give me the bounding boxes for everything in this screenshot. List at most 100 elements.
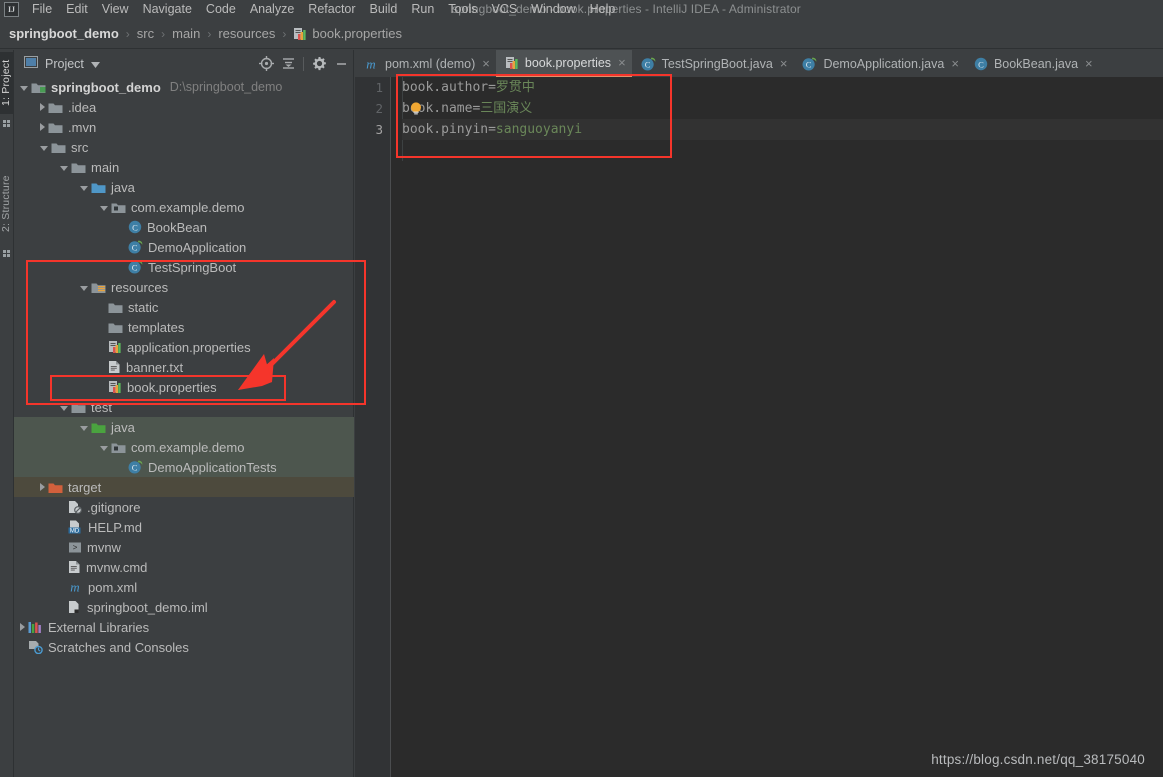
- excluded-folder-icon: [48, 481, 63, 494]
- editor-tab-pom-xml-demo-[interactable]: m pom.xml (demo) ×: [355, 50, 496, 77]
- tree-node-static[interactable]: static: [14, 297, 354, 317]
- line-number: 3: [375, 122, 383, 137]
- menu-item-edit[interactable]: Edit: [59, 0, 95, 19]
- menu-item-run[interactable]: Run: [404, 0, 441, 19]
- editor-tab-label: DemoApplication.java: [823, 56, 945, 71]
- tree-node-java[interactable]: java: [14, 417, 354, 437]
- code-line[interactable]: book.author=罗贯中: [402, 77, 1163, 98]
- chevron-right-icon[interactable]: [40, 103, 45, 111]
- intellij-logo-icon: IJ: [4, 2, 19, 17]
- editor-tab-demoapplication-java[interactable]: C DemoApplication.java ×: [793, 50, 965, 77]
- chevron-down-icon[interactable]: [40, 145, 48, 151]
- chevron-down-icon[interactable]: [60, 165, 68, 171]
- editor-tab-label: book.properties: [524, 55, 612, 70]
- menu-item-build[interactable]: Build: [363, 0, 405, 19]
- chevron-down-icon[interactable]: [60, 405, 68, 411]
- tree-node-label: mvnw: [87, 539, 121, 555]
- code-line[interactable]: book.pinyin=sanguoyanyi: [402, 119, 1163, 140]
- chevron-down-icon[interactable]: [80, 425, 88, 431]
- breadcrumb-item-2[interactable]: main: [172, 26, 200, 41]
- chevron-down-icon[interactable]: [20, 85, 28, 91]
- chevron-right-icon[interactable]: [40, 483, 45, 491]
- tree-node-resources[interactable]: resources: [14, 277, 354, 297]
- breadcrumb-item-4[interactable]: book.properties: [293, 26, 402, 41]
- tree-node-test[interactable]: test: [14, 397, 354, 417]
- close-icon[interactable]: ×: [780, 56, 788, 71]
- tree-node-springboot-demo[interactable]: springboot_demo D:\springboot_demo: [14, 77, 354, 97]
- chevron-right-icon[interactable]: [20, 623, 25, 631]
- left-tool-window-strip: 1: Project 2: Structure: [0, 50, 14, 777]
- menu-item-help[interactable]: Help: [583, 0, 623, 19]
- editor-tab-book-properties[interactable]: book.properties ×: [495, 50, 632, 77]
- tree-node-demoapplicationtests[interactable]: C DemoApplicationTests: [14, 457, 354, 477]
- tree-node-demoapplication[interactable]: C DemoApplication: [14, 237, 354, 257]
- editor-tab-testspringboot-java[interactable]: C TestSpringBoot.java ×: [632, 50, 794, 77]
- chevron-down-icon[interactable]: [80, 285, 88, 291]
- tree-node-java[interactable]: java: [14, 177, 354, 197]
- collapse-all-icon[interactable]: [277, 53, 299, 75]
- tree-node-label: External Libraries: [48, 619, 150, 635]
- tree-node-label: banner.txt: [126, 359, 184, 375]
- tree-node-testspringboot[interactable]: C TestSpringBoot: [14, 257, 354, 277]
- tree-node-banner-txt[interactable]: banner.txt: [14, 357, 354, 377]
- menu-item-refactor[interactable]: Refactor: [301, 0, 362, 19]
- tree-node-book-properties[interactable]: book.properties: [14, 377, 354, 397]
- menu-item-tools[interactable]: Tools: [441, 0, 484, 19]
- menu-item-navigate[interactable]: Navigate: [136, 0, 199, 19]
- tree-node-pom-xml[interactable]: m pom.xml: [14, 577, 354, 597]
- menu-item-vcs[interactable]: VCS: [484, 0, 524, 19]
- tree-node-com-example-demo[interactable]: com.example.demo: [14, 197, 354, 217]
- tree-node-label: DemoApplicationTests: [148, 459, 277, 475]
- tree-node-label: .mvn: [68, 119, 97, 135]
- tree-node-bookbean[interactable]: C BookBean: [14, 217, 354, 237]
- properties-file-icon: [108, 380, 122, 394]
- close-icon[interactable]: ×: [618, 55, 626, 70]
- tree-node-src[interactable]: src: [14, 137, 354, 157]
- tree-node-application-properties[interactable]: application.properties: [14, 337, 354, 357]
- tree-node--mvn[interactable]: .mvn: [14, 117, 354, 137]
- code-line[interactable]: book.name=三国演义: [402, 98, 1163, 119]
- breadcrumb-item-1[interactable]: src: [137, 26, 154, 41]
- menu-item-code[interactable]: Code: [199, 0, 243, 19]
- tool-tab-project[interactable]: 1: Project: [0, 52, 14, 114]
- editor-gutter: 1 2 3: [355, 77, 391, 777]
- tool-tab-structure[interactable]: 2: Structure: [0, 165, 14, 243]
- tree-node-main[interactable]: main: [14, 157, 354, 177]
- tree-node-label: TestSpringBoot: [148, 259, 237, 275]
- minimize-icon[interactable]: [330, 53, 352, 75]
- intention-bulb-icon[interactable]: [410, 101, 422, 115]
- chevron-down-icon[interactable]: [90, 55, 100, 73]
- project-panel-toolbar: [255, 50, 352, 77]
- menu-item-view[interactable]: View: [95, 0, 136, 19]
- chevron-down-icon[interactable]: [100, 205, 108, 211]
- editor-tab-bookbean-java[interactable]: C BookBean.java ×: [965, 50, 1099, 77]
- project-tree: springboot_demo D:\springboot_demo .idea .m…: [14, 77, 354, 657]
- close-icon[interactable]: ×: [1085, 56, 1093, 71]
- chevron-down-icon[interactable]: [100, 445, 108, 451]
- tree-node-com-example-demo[interactable]: com.example.demo: [14, 437, 354, 457]
- tree-node-templates[interactable]: templates: [14, 317, 354, 337]
- tree-node-mvnw-cmd[interactable]: mvnw.cmd: [14, 557, 354, 577]
- breadcrumb-item-0[interactable]: springboot_demo: [9, 26, 119, 41]
- tree-node-label: resources: [111, 279, 169, 295]
- tree-node-external-libraries[interactable]: External Libraries: [14, 617, 354, 637]
- gear-icon[interactable]: [308, 53, 330, 75]
- chevron-down-icon[interactable]: [80, 185, 88, 191]
- tree-node-help-md[interactable]: MD HELP.md: [14, 517, 354, 537]
- tree-node-target[interactable]: target: [14, 477, 354, 497]
- close-icon[interactable]: ×: [482, 56, 490, 71]
- module-folder-icon: [31, 81, 46, 94]
- tree-node--idea[interactable]: .idea: [14, 97, 354, 117]
- chevron-right-icon[interactable]: [40, 123, 45, 131]
- tree-node-scratches-and-consoles[interactable]: Scratches and Consoles: [14, 637, 354, 657]
- menu-item-file[interactable]: File: [25, 0, 59, 19]
- breadcrumb-item-3[interactable]: resources: [218, 26, 275, 41]
- locate-icon[interactable]: [255, 53, 277, 75]
- tree-node--gitignore[interactable]: .gitignore: [14, 497, 354, 517]
- tree-node-springboot-demo-iml[interactable]: springboot_demo.iml: [14, 597, 354, 617]
- menu-item-analyze[interactable]: Analyze: [243, 0, 301, 19]
- editor-code-content[interactable]: book.author=罗贯中 book.name=三国演义 book.pinyin…: [402, 77, 1163, 140]
- close-icon[interactable]: ×: [951, 56, 959, 71]
- menu-item-window[interactable]: Window: [524, 0, 582, 19]
- tree-node-mvnw[interactable]: > mvnw: [14, 537, 354, 557]
